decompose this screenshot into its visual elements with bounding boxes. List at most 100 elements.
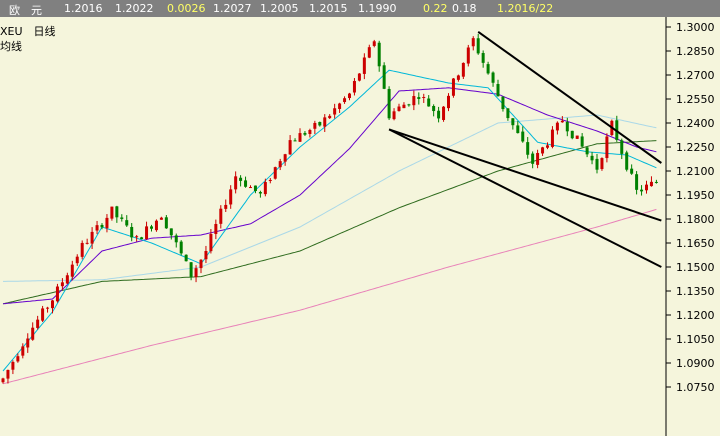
chart-window: 欧 元 1.2016 1.2022 0.0026 1.2027 1.2005 1… <box>0 0 720 436</box>
candle-body-up <box>536 152 540 165</box>
candle-body-up <box>75 256 79 264</box>
candle-body-up <box>313 122 317 129</box>
candle-body-up <box>541 147 545 154</box>
candle-body-down <box>511 118 515 126</box>
candle-body-up <box>362 57 366 74</box>
candle-body-down <box>640 189 644 192</box>
candle-body-down <box>580 136 584 147</box>
candle-body-down <box>585 147 589 155</box>
candle-body-down <box>625 152 629 170</box>
candle-body-down <box>486 64 490 74</box>
candle-body-down <box>620 140 624 154</box>
candle-body-up <box>135 236 139 238</box>
candle-body-up <box>154 220 158 231</box>
candlestick-chart[interactable]: 1.3000 1.2850 1.2700 1.2550 1.2400 1.2250 1.21… <box>0 17 720 436</box>
y-tick-label: 1.2400 <box>676 117 715 130</box>
y-tick-label: 1.1350 <box>676 285 715 298</box>
candle-body-down <box>377 42 381 67</box>
candle-body-up <box>268 179 272 181</box>
candle-body-down <box>318 121 322 126</box>
candle-body-down <box>407 104 411 106</box>
candle-body-up <box>214 223 218 234</box>
change-percent: 0.22 <box>423 2 448 15</box>
candle-body-up <box>234 176 238 190</box>
candle-body-up <box>90 231 94 244</box>
candle-body-up <box>26 338 30 348</box>
y-tick-label: 1.1650 <box>676 237 715 250</box>
candle-body-up <box>402 104 406 109</box>
candle-body-down <box>630 168 634 174</box>
candle-body-down <box>432 106 436 112</box>
candle-body-up <box>229 189 233 205</box>
candle-body-up <box>6 369 10 379</box>
candle-body-up <box>338 103 342 109</box>
candle-body-up <box>343 98 347 103</box>
y-tick-label: 1.2250 <box>676 141 715 154</box>
candle-body-down <box>179 241 183 254</box>
quote-value-1: 1.2005 <box>260 2 299 15</box>
candle-body-up <box>466 47 470 64</box>
y-tick-label: 1.0900 <box>676 357 715 370</box>
candle-body-down <box>491 72 495 83</box>
candle-body-down <box>521 131 525 142</box>
low-price: 1.2027 <box>213 2 252 15</box>
y-tick-label: 1.1500 <box>676 261 715 274</box>
candle-body-down <box>496 84 500 97</box>
candle-body-up <box>372 41 376 46</box>
candle-body-down <box>526 142 530 155</box>
candle-body-up <box>456 75 460 80</box>
candle-body-up <box>41 308 45 321</box>
candle-body-up <box>555 122 559 131</box>
quote-date: 1.2016/22 <box>497 2 554 15</box>
candle-body-up <box>219 208 223 224</box>
currency-name: 欧 元 <box>9 4 42 17</box>
candle-body-down <box>239 177 243 181</box>
candle-body-up <box>575 135 579 139</box>
candle-body-up <box>278 161 282 168</box>
candle-body-up <box>442 106 446 120</box>
candle-body-up <box>11 361 15 370</box>
candle-body-up <box>110 206 114 219</box>
candle-body-down <box>125 220 129 226</box>
candle-body-up <box>367 47 371 58</box>
candle-body-up <box>422 96 426 98</box>
candle-body-up <box>645 184 648 191</box>
candle-body-up <box>649 181 653 187</box>
candle-body-up <box>70 264 74 277</box>
y-tick-label: 1.2100 <box>676 165 715 178</box>
candle-body-down <box>501 96 505 110</box>
candle-body-down <box>140 237 144 240</box>
high-price: 1.2022 <box>115 2 154 15</box>
y-tick-label: 1.2850 <box>676 45 715 58</box>
price-change: 0.0026 <box>167 2 206 15</box>
candle-body-down <box>417 97 421 99</box>
candle-body-down <box>382 65 386 89</box>
candle-body-up <box>95 225 99 231</box>
candle-body-up <box>46 307 50 309</box>
candle-body-up <box>550 129 554 147</box>
candle-body-down <box>635 174 639 190</box>
candle-body-up <box>80 242 84 257</box>
ma-indicator-label: 均线 <box>0 40 22 53</box>
candle-body-down <box>184 254 188 262</box>
candle-body-up <box>60 282 64 287</box>
candle-body-up <box>308 130 312 134</box>
candle-body-up <box>392 111 396 120</box>
candle-body-up <box>204 251 208 260</box>
y-tick-label: 1.1050 <box>676 333 715 346</box>
candle-body-down <box>476 38 480 54</box>
candle-body-up <box>273 167 277 179</box>
candle-body-up <box>283 154 287 162</box>
candle-body-up <box>600 158 604 170</box>
candle-body-up <box>461 62 465 77</box>
y-tick-label: 1.2550 <box>676 93 715 106</box>
candle-body-up <box>249 187 252 189</box>
y-tick-label: 1.1800 <box>676 213 715 226</box>
candle-body-up <box>560 120 564 123</box>
quote-value-2: 1.2015 <box>309 2 348 15</box>
candle-body-up <box>447 95 450 109</box>
candle-body-up <box>357 73 361 81</box>
candle-body-down <box>506 108 510 119</box>
candle-body-up <box>209 233 213 252</box>
candle-body-up <box>31 327 35 340</box>
